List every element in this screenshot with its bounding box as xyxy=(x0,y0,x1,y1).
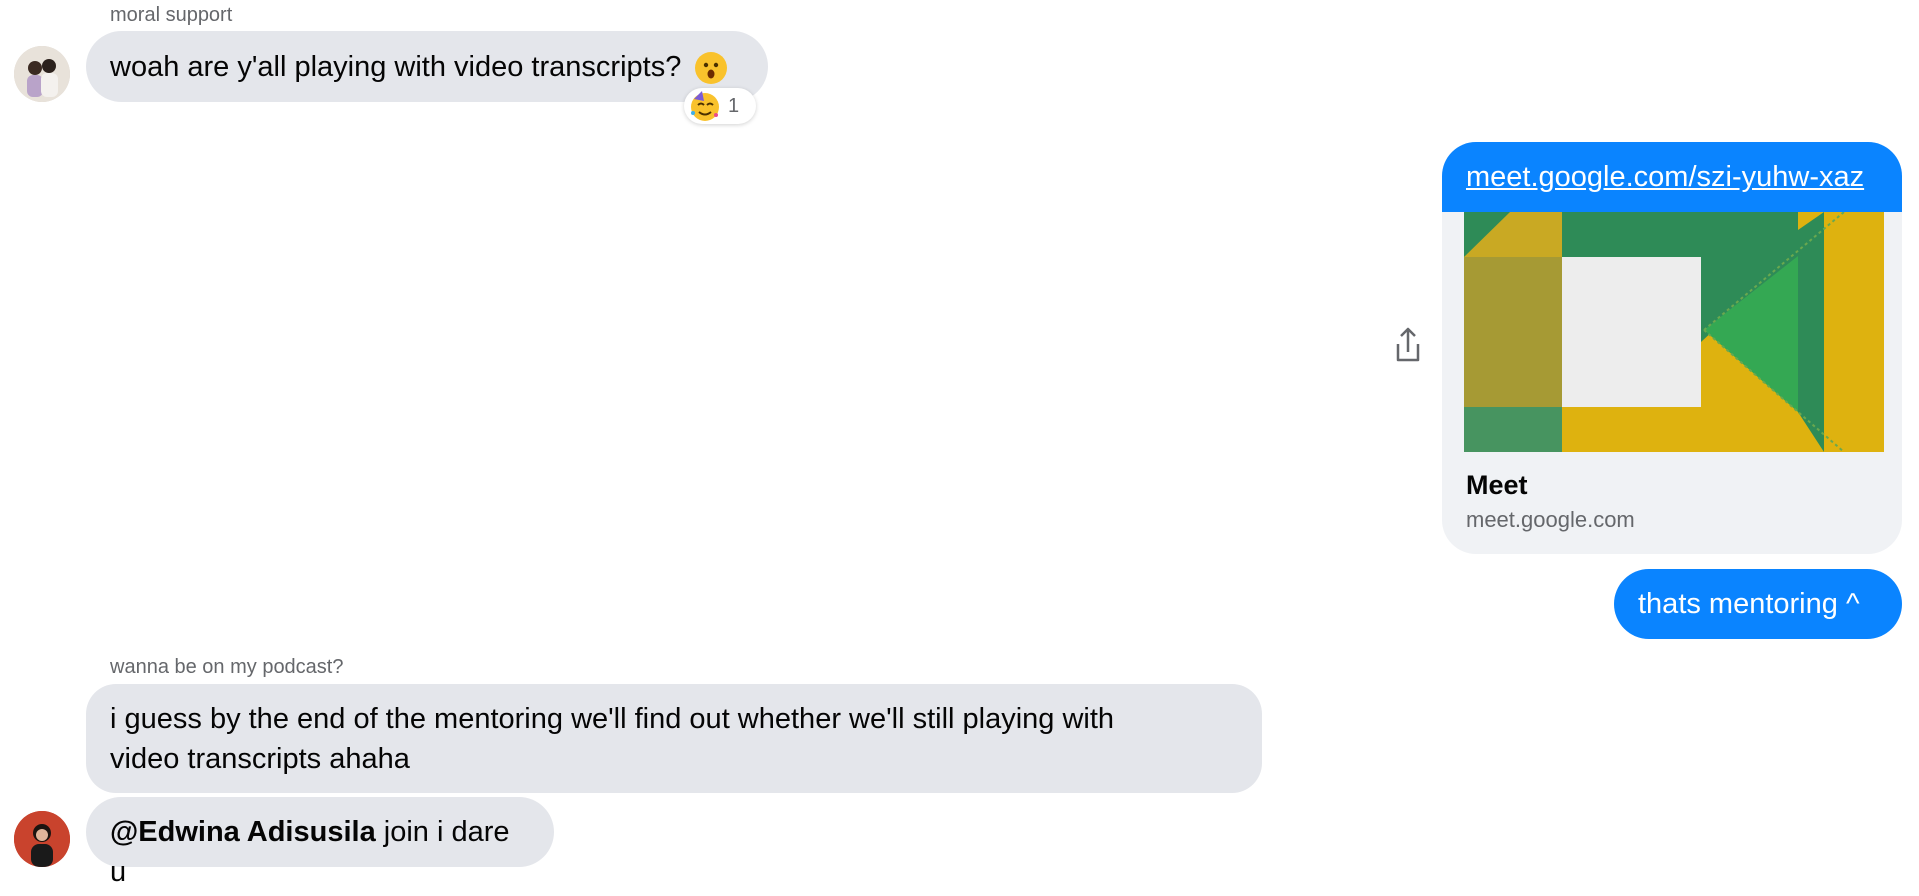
mention-link[interactable]: @Edwina Adisusila xyxy=(110,816,376,848)
google-meet-logo xyxy=(1464,212,1884,452)
link-domain: meet.google.com xyxy=(1466,507,1635,532)
link-title: Meet xyxy=(1466,470,1528,500)
sender-name: moral support xyxy=(110,4,233,26)
partying-face-icon xyxy=(688,89,722,123)
share-button[interactable] xyxy=(1390,326,1426,366)
message-bubble[interactable]: @Edwina Adisusila join i dare u xyxy=(86,797,554,888)
avatar[interactable] xyxy=(14,46,70,102)
link-url[interactable]: meet.google.com/szi-yuhw-xaz xyxy=(1442,142,1902,212)
message-bubble[interactable]: i guess by the end of the mentoring we'l… xyxy=(86,684,1262,793)
share-icon xyxy=(1396,327,1420,362)
reaction-badge[interactable]: 1 xyxy=(684,88,756,124)
message-text: thats mentoring ^ xyxy=(1638,588,1860,620)
sender-name: wanna be on my podcast? xyxy=(110,656,344,678)
message-text-line: video transcripts ahaha xyxy=(110,743,410,775)
message-bubble[interactable]: woah are y'all playing with video transc… xyxy=(86,31,768,102)
reaction-count: 1 xyxy=(728,94,740,117)
avatar[interactable] xyxy=(14,811,70,867)
message-bubble[interactable]: thats mentoring ^ xyxy=(1614,569,1902,639)
chat-thread: moral support woah are y'all playing wit… xyxy=(0,0,1919,896)
link-preview-card[interactable]: meet.google.com/szi-yuhw-xaz Meet meet.g… xyxy=(1442,142,1902,554)
message-text-line: i guess by the end of the mentoring we'l… xyxy=(110,703,1115,735)
meet-logo-preview[interactable] xyxy=(1464,212,1884,452)
avatar-photo xyxy=(14,811,70,867)
astonished-face-icon xyxy=(695,52,728,85)
message-text: woah are y'all playing with video transc… xyxy=(110,51,682,83)
avatar-photo xyxy=(14,46,70,102)
